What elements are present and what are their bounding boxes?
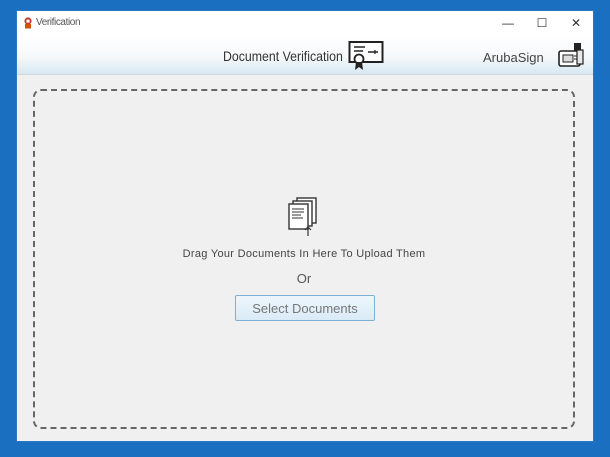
maximize-icon: ☐	[536, 16, 548, 30]
app-logo-icon	[24, 17, 32, 29]
smart-card-token-icon	[558, 43, 584, 67]
page-title: Document Verification	[223, 48, 343, 64]
documents-upload-icon	[288, 197, 317, 236]
close-button[interactable]: ✕	[559, 11, 593, 35]
certificate-icon	[348, 41, 384, 70]
maximize-button[interactable]: ☐	[525, 11, 559, 35]
or-separator: Or	[296, 271, 312, 286]
header-bar: Document Verification ArubaSign	[17, 35, 593, 75]
signer-label: ArubaSign	[483, 50, 544, 65]
app-window: Verification — ☐ ✕ Document Verification…	[16, 10, 594, 442]
close-icon: ✕	[570, 16, 582, 30]
select-documents-button[interactable]: Select Documents	[235, 295, 375, 321]
drop-instruction: Drag Your Documents In Here To Upload Th…	[182, 248, 426, 260]
drop-zone[interactable]: Drag Your Documents In Here To Upload Th…	[33, 89, 575, 429]
window-title: Verification	[36, 17, 81, 28]
minimize-icon: —	[502, 16, 514, 30]
title-bar[interactable]: Verification — ☐ ✕	[17, 11, 593, 35]
minimize-button[interactable]: —	[491, 11, 525, 35]
